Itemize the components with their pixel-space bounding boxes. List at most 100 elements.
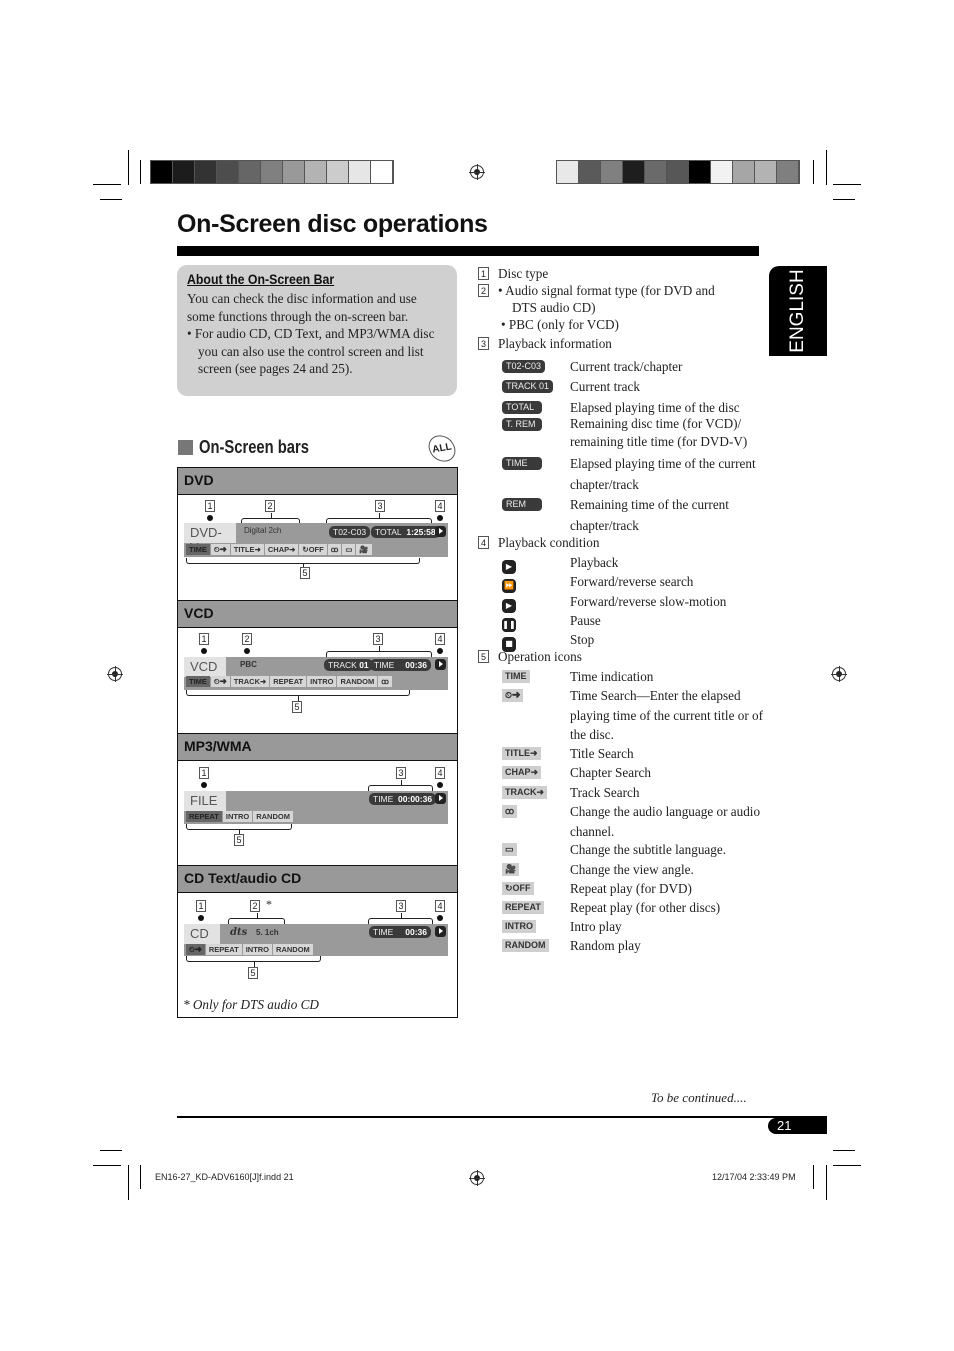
dts-footnote: * Only for DTS audio CD — [183, 997, 319, 1012]
op-icon-1[interactable]: ⏲➜ — [210, 676, 230, 687]
crop-mark — [813, 1165, 814, 1189]
pill-label: TRACK — [328, 660, 357, 670]
crop-mark — [833, 184, 861, 185]
color-swatch — [777, 161, 799, 183]
panel-body: 1 2 3 4 DVD-V Digital 2ch T02-C03 TOTAL … — [178, 495, 457, 600]
legend-text: Track Search — [570, 785, 640, 800]
op-icon-3[interactable]: CHAP➜ — [264, 544, 299, 555]
op-icon-2[interactable]: INTRO — [242, 944, 273, 955]
color-swatch — [601, 161, 623, 183]
panel-body: 1 2 3 4 VCD PBC TRACK 01 TIME 00:36 TIME ⏲… — [178, 628, 457, 733]
audio-format-label: Digital 2ch — [244, 526, 282, 535]
asterisk: * — [266, 897, 272, 911]
all-discs-icon: ALL — [426, 432, 458, 465]
op-icon-4[interactable]: ↻OFF — [299, 544, 327, 555]
op-icon-6[interactable]: ▭ — [342, 544, 356, 555]
legend-text: Change the view angle. — [570, 862, 694, 877]
info-pill-icon: TOTAL — [502, 401, 542, 414]
panel-title: MP3/WMA — [178, 734, 457, 761]
op-icon-2[interactable]: TITLE➜ — [230, 544, 264, 555]
op-icon-1[interactable]: REPEAT — [205, 944, 242, 955]
legend-text: Intro play — [570, 919, 622, 934]
panel-mp3-wma: MP3/WMA 1 3 4 FILE TIME 00:00:36 REPEAT I… — [177, 733, 458, 866]
color-swatch — [667, 161, 689, 183]
op-icon-3[interactable]: RANDOM — [273, 944, 313, 955]
callout-3: 3 — [396, 900, 406, 912]
pill-value: 00:36 — [405, 927, 427, 937]
pill-label: TIME — [373, 794, 394, 804]
legend-text: Change the subtitle language. — [570, 842, 727, 857]
crop-mark — [128, 1165, 129, 1200]
legend-text: Current track — [570, 379, 640, 394]
language-tab: ENGLISH — [769, 266, 827, 356]
page-number-tab: 21 — [768, 1118, 827, 1134]
op-icon-4[interactable]: INTRO — [307, 676, 337, 687]
legend-text: Disc type — [498, 266, 549, 281]
op-icon-0[interactable]: TIME — [186, 676, 210, 687]
panel-title: VCD — [178, 601, 457, 628]
callout-4: 4 — [435, 633, 445, 645]
callout-1: 1 — [199, 767, 209, 779]
legend-item-2: 2 • Audio signal format type (for DVD and… — [478, 282, 768, 333]
callout-1: 1 — [205, 500, 215, 512]
callout-number: 5 — [478, 650, 489, 663]
callout-dot — [207, 515, 213, 521]
legend-text: Remaining time of the current chapter/tr… — [570, 497, 729, 533]
op-icon-5[interactable]: ꝏ — [327, 544, 342, 555]
op-icon-0[interactable]: TIME — [186, 544, 210, 555]
operation-icon: ⏲➜ — [502, 689, 524, 702]
page-number: 21 — [777, 1118, 792, 1133]
play-status-icon — [435, 793, 446, 804]
pill-label: TIME — [373, 927, 394, 937]
operation-icon: TRACK➜ — [502, 786, 548, 799]
registration-mark-icon — [107, 666, 123, 682]
op-icon-6[interactable]: ꝏ — [378, 676, 392, 687]
legend-text: Random play — [570, 938, 641, 953]
callout-dot — [198, 915, 204, 921]
callout-dot — [437, 648, 443, 654]
info-pill-icon: TRACK 01 — [502, 380, 554, 393]
color-swatch — [327, 161, 349, 183]
color-swatch — [261, 161, 283, 183]
registration-mark-icon — [469, 1170, 485, 1186]
legend-text: Operation icons — [498, 649, 582, 664]
callout-3: 3 — [373, 633, 383, 645]
operation-icon: TIME — [502, 670, 530, 683]
crop-mark — [93, 184, 121, 185]
dts-logo-label: dts — [230, 927, 248, 938]
callout-number: 3 — [478, 337, 489, 350]
operation-icon: ↻OFF — [502, 882, 534, 895]
legend-text: Pause — [570, 613, 601, 628]
op-icon-1[interactable]: INTRO — [222, 811, 253, 822]
op-icon-0[interactable]: REPEAT — [186, 811, 222, 822]
op-icon-2[interactable]: TRACK➜ — [230, 676, 270, 687]
op-icon-7[interactable]: 🎥 — [356, 544, 372, 555]
legend-text: Forward/reverse search — [570, 574, 694, 589]
callout-5: 5 — [234, 834, 244, 846]
op-icon-5[interactable]: RANDOM — [337, 676, 378, 687]
op-icon-1[interactable]: ⏲➜ — [210, 544, 230, 555]
footer-rule — [177, 1116, 827, 1118]
operation-icon: ꝏ — [502, 805, 518, 818]
time-pill: TIME 00:36 — [370, 659, 431, 671]
play-icon: ▶ — [502, 555, 516, 575]
op-icon-0[interactable]: ⏲➜ — [186, 944, 205, 955]
color-swatch — [371, 161, 393, 183]
panel-dvd: DVD 1 2 3 4 DVD-V Digital 2ch T02-C03 TO… — [177, 467, 458, 601]
to-be-continued: To be continued.... — [651, 1090, 747, 1105]
callout-number: 4 — [478, 536, 489, 549]
legend-text: • Audio signal format type (for DVD and — [498, 283, 715, 298]
panel-vcd: VCD 1 2 3 4 VCD PBC TRACK 01 TIME 00:36 T… — [177, 600, 458, 734]
panel-title: CD Text/audio CD — [178, 866, 457, 893]
panel-cd-text: CD Text/audio CD 1 2 * 3 4 CD dts 5. 1ch… — [177, 865, 458, 1018]
callout-5: 5 — [300, 567, 310, 579]
crop-mark — [140, 160, 141, 184]
operation-icon: 🎥 — [502, 863, 520, 876]
op-icon-2[interactable]: RANDOM — [253, 811, 293, 822]
callout-4: 4 — [435, 500, 445, 512]
info-pill-icon: REM — [502, 498, 542, 511]
op-icon-3[interactable]: REPEAT — [270, 676, 307, 687]
color-swatch — [557, 161, 579, 183]
onscreen-bar-vcd: VCD PBC TRACK 01 TIME 00:36 TIME ⏲➜ TRACK➜ R… — [184, 657, 448, 690]
operation-icon: REPEAT — [502, 901, 544, 914]
